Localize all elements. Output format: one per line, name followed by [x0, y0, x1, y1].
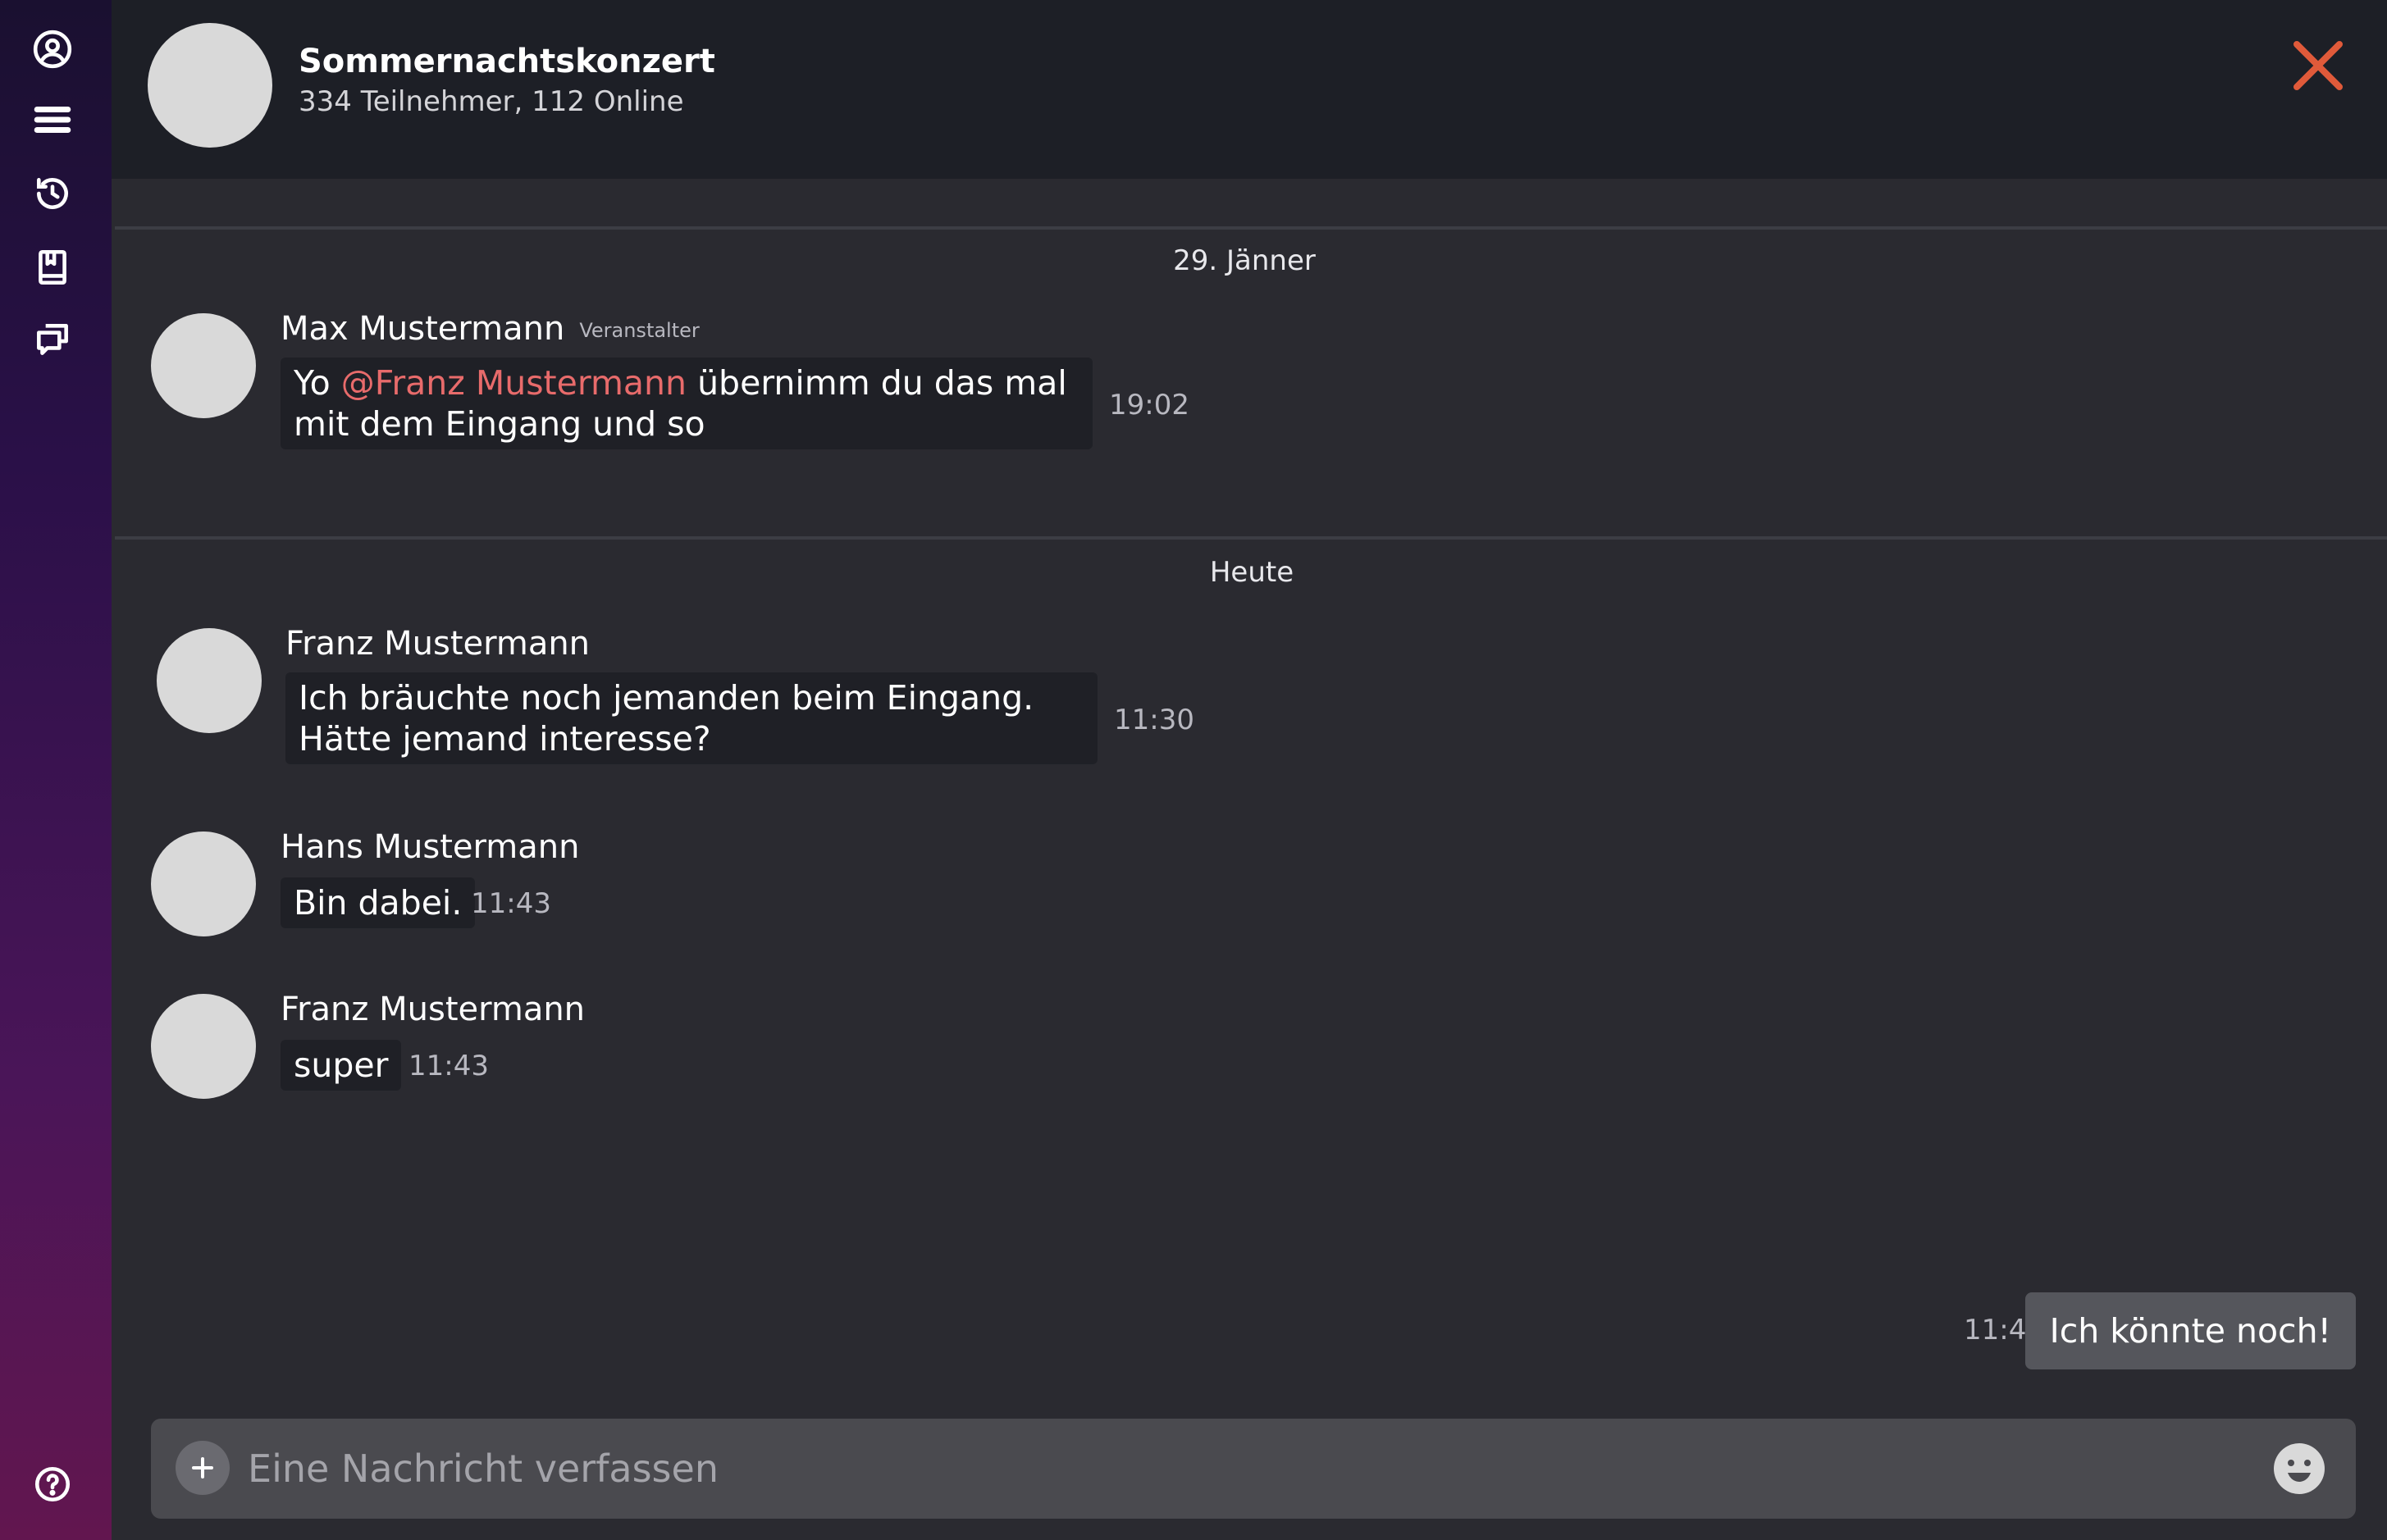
avatar[interactable]	[151, 994, 256, 1099]
menu-icon[interactable]	[28, 95, 77, 144]
own-message-bubble[interactable]: Ich könnte noch!	[2024, 1292, 2356, 1369]
history-icon[interactable]	[28, 169, 77, 218]
plus-icon	[192, 1457, 213, 1478]
date-label: Heute	[1209, 556, 1294, 589]
group-avatar	[148, 23, 272, 148]
avatar[interactable]	[151, 832, 256, 936]
message-text: Yo	[294, 363, 341, 403]
group-title: Sommernachtskonzert	[299, 43, 715, 80]
avatar[interactable]	[151, 313, 256, 418]
emoji-icon[interactable]	[2272, 1442, 2326, 1496]
chat-app: Sommernachtskonzert 334 Teilnehmer, 112 …	[0, 0, 2387, 1540]
help-icon[interactable]	[28, 1460, 77, 1509]
message-time: 19:02	[1109, 389, 1189, 421]
author-name: Max Mustermann	[281, 310, 565, 348]
chat-header: Sommernachtskonzert 334 Teilnehmer, 112 …	[112, 0, 2387, 179]
message-author[interactable]: Franz Mustermann	[281, 991, 585, 1028]
bookmark-book-icon[interactable]	[28, 243, 77, 292]
group-participants: 334 Teilnehmer, 112 Online	[299, 85, 684, 118]
message-bubble[interactable]: Yo @Franz Mustermann übernimm du das mal…	[281, 358, 1093, 449]
attach-button[interactable]	[176, 1441, 230, 1495]
message-author[interactable]: Max Mustermann Veranstalter	[281, 310, 700, 348]
message-time: 11:43	[471, 887, 551, 920]
sidebar	[0, 0, 112, 1540]
message-time: 11:43	[408, 1050, 489, 1082]
message-bubble[interactable]: Ich bräuchte noch jemanden beim Eingang.…	[285, 672, 1098, 764]
message-list[interactable]: 29. Jänner Max Mustermann Veranstalter Yo…	[112, 179, 2387, 1540]
message-composer	[151, 1419, 2356, 1519]
chats-icon[interactable]	[28, 315, 77, 364]
message-bubble[interactable]: super	[281, 1040, 402, 1091]
date-label: 29. Jänner	[1173, 244, 1316, 277]
message-input[interactable]	[248, 1435, 2200, 1502]
message-author[interactable]: Hans Mustermann	[281, 828, 579, 866]
message-time: 11:30	[1114, 704, 1194, 736]
message-bubble[interactable]: Bin dabei.	[281, 877, 476, 928]
role-badge: Veranstalter	[579, 319, 700, 342]
message-author[interactable]: Franz Mustermann	[285, 625, 590, 663]
mention-link[interactable]: @Franz Mustermann	[341, 363, 687, 403]
close-icon[interactable]	[2285, 33, 2351, 98]
date-divider	[115, 226, 2387, 230]
date-divider	[115, 536, 2387, 540]
avatar[interactable]	[157, 628, 262, 733]
profile-icon[interactable]	[28, 25, 77, 74]
